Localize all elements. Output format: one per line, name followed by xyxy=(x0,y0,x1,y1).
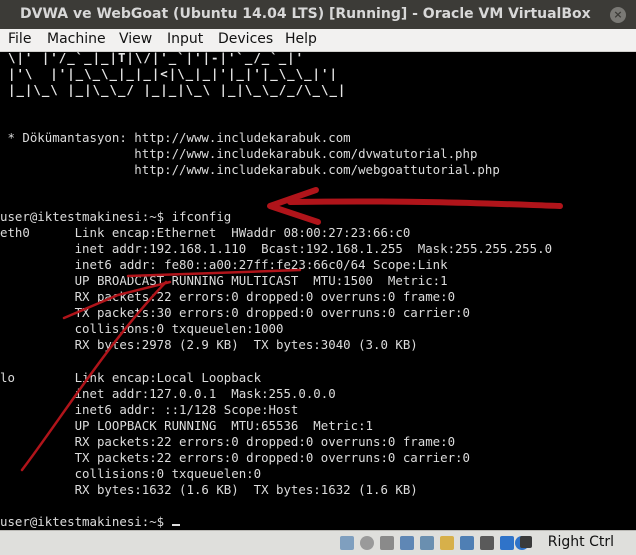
menu-file[interactable]: File xyxy=(8,31,31,47)
terminal-line: RX bytes:2978 (2.9 KB) TX bytes:3040 (3.… xyxy=(0,337,418,352)
menu-view[interactable]: View xyxy=(119,31,152,47)
menu-machine[interactable]: Machine xyxy=(47,31,106,47)
menu-devices[interactable]: Devices xyxy=(218,31,273,47)
hard-disk-icon[interactable] xyxy=(340,536,354,550)
display-icon[interactable] xyxy=(460,536,474,550)
optical-disk-icon[interactable] xyxy=(360,536,374,550)
ascii-banner-line: |'\ |'|_\_\_|_|_|<|\_|_|'|_|'|_\_\_|'| xyxy=(8,66,338,81)
terminal-line: inet6 addr: ::1/128 Scope:Host xyxy=(0,402,299,417)
terminal-line: RX packets:22 errors:0 dropped:0 overrun… xyxy=(0,289,456,304)
terminal-line: RX packets:22 errors:0 dropped:0 overrun… xyxy=(0,434,456,449)
usb-icon[interactable] xyxy=(420,536,434,550)
terminal-line: http://www.includekarabuk.com/dvwatutori… xyxy=(0,146,478,161)
terminal-line: UP BROADCAST RUNNING MULTICAST MTU:1500 … xyxy=(0,273,448,288)
terminal-prompt-line[interactable]: user@iktestmakinesi:~$ xyxy=(0,514,180,530)
text-cursor xyxy=(171,524,180,526)
terminal-line: inet6 addr: fe80::a00:27ff:fe23:66c0/64 … xyxy=(0,257,448,272)
statusbar: Right Ctrl xyxy=(0,530,636,555)
network-icon[interactable] xyxy=(400,536,414,550)
terminal-line: * Dökümantasyon: http://www.includekarab… xyxy=(0,130,351,145)
ascii-banner-line: \|' |'/_`_|_|T|\/|'_`|'|-|'`_/_`_|' xyxy=(8,52,305,65)
terminal-screen[interactable]: \|' |'/_`_|_|T|\/|'_`|'|-|'`_/_`_|' |'\ … xyxy=(0,52,636,530)
host-key-label: Right Ctrl xyxy=(547,534,614,550)
terminal-line: eth0 Link encap:Ethernet HWaddr 08:00:27… xyxy=(0,225,411,240)
terminal-line: collisions:0 txqueuelen:1000 xyxy=(0,321,284,336)
audio-icon[interactable] xyxy=(380,536,394,550)
ascii-banner-line: |_|\_\ |_|\_\_/ |_|_|\_\ |_|\_\_/_/\_\_| xyxy=(8,82,347,97)
terminal-line: collisions:0 txqueuelen:0 xyxy=(0,466,262,481)
menu-input[interactable]: Input xyxy=(167,31,203,47)
terminal-prompt-line: user@iktestmakinesi:~$ ifconfig xyxy=(0,209,232,224)
terminal-line: TX packets:30 errors:0 dropped:0 overrun… xyxy=(0,305,470,320)
terminal-line: lo Link encap:Local Loopback xyxy=(0,370,262,385)
close-icon[interactable]: × xyxy=(610,7,626,23)
cpu-icon[interactable] xyxy=(500,536,514,550)
menu-help[interactable]: Help xyxy=(285,31,317,47)
window-title: DVWA ve WebGoat (Ubuntu 14.04 LTS) [Runn… xyxy=(20,6,591,22)
terminal-prompt: user@iktestmakinesi:~$ xyxy=(0,514,172,529)
terminal-line: http://www.includekarabuk.com/webgoattut… xyxy=(0,162,500,177)
video-capture-icon[interactable] xyxy=(480,536,494,550)
terminal-line: inet addr:127.0.0.1 Mask:255.0.0.0 xyxy=(0,386,336,401)
menubar: File Machine View Input Devices Help xyxy=(0,29,636,52)
shared-folders-icon[interactable] xyxy=(440,536,454,550)
host-key-arrow-icon xyxy=(520,536,532,548)
terminal-line: UP LOOPBACK RUNNING MTU:65536 Metric:1 xyxy=(0,418,373,433)
terminal-line: inet addr:192.168.1.110 Bcast:192.168.1.… xyxy=(0,241,553,256)
terminal-line: TX packets:22 errors:0 dropped:0 overrun… xyxy=(0,450,470,465)
window-titlebar: DVWA ve WebGoat (Ubuntu 14.04 LTS) [Runn… xyxy=(0,0,636,29)
terminal-line: RX bytes:1632 (1.6 KB) TX bytes:1632 (1.… xyxy=(0,482,418,497)
